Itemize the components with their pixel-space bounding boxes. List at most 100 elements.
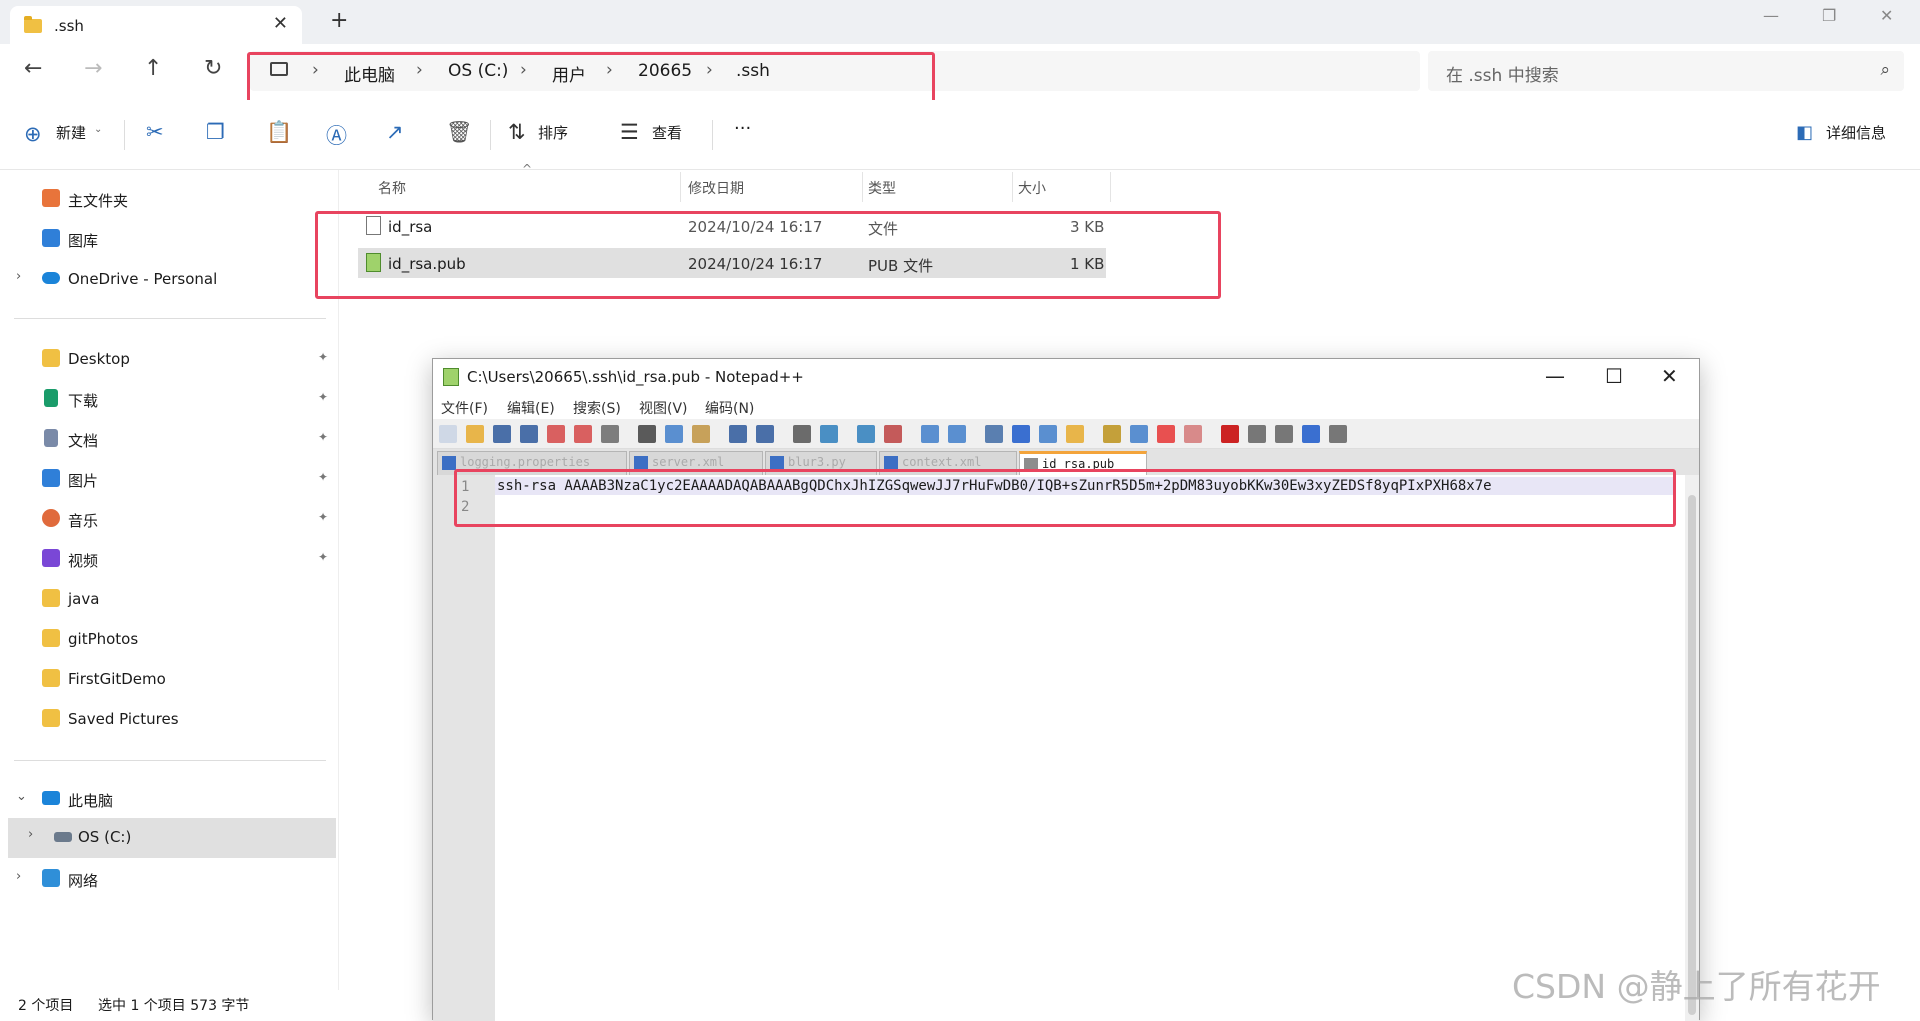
sidebar-item-firstgitdemo[interactable]: FirstGitDemo [0,660,338,698]
status-selection: 选中 1 个项目 573 字节 [98,998,250,1014]
menu-encoding[interactable]: 编码(N) [705,398,754,418]
sync-v-icon[interactable] [921,425,939,443]
sidebar-item-network[interactable]: › 网络 [0,860,338,898]
new-icon[interactable] [439,425,457,443]
sidebar-item-videos[interactable]: 视频 ✦ [0,540,338,578]
menu-search[interactable]: 搜索(S) [573,398,621,418]
sidebar-item-this-pc[interactable]: ⌄ 此电脑 [0,780,338,818]
record-icon[interactable] [1221,425,1239,443]
rename-icon[interactable]: Ⓐ [326,120,347,150]
sidebar-item-pictures[interactable]: 图片 ✦ [0,460,338,498]
scrollbar-thumb[interactable] [1688,495,1696,1015]
menu-file[interactable]: 文件(F) [441,398,488,418]
folder-workspace-icon[interactable] [1157,425,1175,443]
all-chars-icon[interactable] [1012,425,1030,443]
view-button[interactable]: 查看 [652,122,682,143]
chevron-right-icon[interactable]: › [28,827,33,842]
close-button[interactable]: ✕ [1880,6,1893,25]
pin-icon[interactable]: ✦ [318,350,328,364]
chevron-right-icon[interactable]: › [16,869,21,884]
column-header-type[interactable]: 类型 [868,178,896,198]
more-button[interactable]: ··· [734,118,751,139]
share-icon[interactable]: ↗ [386,120,404,144]
udl-icon[interactable] [1066,425,1084,443]
play-icon[interactable] [1275,425,1293,443]
paste-icon[interactable] [692,425,710,443]
sidebar-item-java[interactable]: java [0,580,338,618]
column-divider[interactable] [1012,172,1013,202]
monitor-icon[interactable] [1184,425,1202,443]
sidebar-item-music[interactable]: 音乐 ✦ [0,500,338,538]
paste-icon[interactable]: 📋 [266,120,292,145]
tab-close-button[interactable]: ✕ [273,13,288,34]
pin-icon[interactable]: ✦ [318,470,328,484]
notepad-title-bar[interactable]: C:\Users\20665\.ssh\id_rsa.pub - Notepad… [433,359,1699,395]
menu-edit[interactable]: 编辑(E) [507,398,555,418]
maximize-button[interactable]: ❐ [1822,6,1836,25]
replace-icon[interactable] [820,425,838,443]
sync-h-icon[interactable] [948,425,966,443]
pin-icon[interactable]: ✦ [318,430,328,444]
forward-button[interactable]: → [84,56,102,81]
pin-icon[interactable]: ✦ [318,550,328,564]
print-icon[interactable] [601,425,619,443]
zoom-in-icon[interactable] [857,425,875,443]
new-tab-button[interactable]: + [330,8,348,33]
maximize-button[interactable]: ☐ [1605,364,1623,388]
doc-map-icon[interactable] [1103,425,1121,443]
pin-icon[interactable]: ✦ [318,390,328,404]
sidebar-item-documents[interactable]: 文档 ✦ [0,420,338,458]
new-button[interactable]: 新建 [56,122,86,143]
pin-icon[interactable]: ✦ [318,510,328,524]
sidebar-item-onedrive[interactable]: › OneDrive - Personal [0,260,338,298]
sidebar-item-gallery[interactable]: 图库 [0,220,338,258]
search-box[interactable]: 在 .ssh 中搜索 ⌕ [1428,51,1904,91]
column-header-modified[interactable]: 修改日期 [688,178,744,198]
close-button[interactable]: ✕ [1661,364,1678,388]
close-icon[interactable] [547,425,565,443]
close-all-icon[interactable] [574,425,592,443]
redo-icon[interactable] [756,425,774,443]
sort-button[interactable]: 排序 [538,122,568,143]
stop-icon[interactable] [1248,425,1266,443]
details-button[interactable]: 详细信息 [1826,122,1886,143]
sidebar-item-saved-pictures[interactable]: Saved Pictures [0,700,338,738]
column-header-size[interactable]: 大小 [1018,178,1046,198]
sidebar-item-home[interactable]: 主文件夹 [0,180,338,218]
sidebar-item-desktop[interactable]: Desktop ✦ [0,340,338,378]
explorer-tab[interactable]: .ssh ✕ [10,6,302,44]
delete-icon[interactable]: 🗑 [446,120,473,145]
editor-area[interactable]: 1 2 ssh-rsa AAAAB3NzaC1yc2EAAAADAQABAAAB… [433,475,1699,1021]
undo-icon[interactable] [729,425,747,443]
column-divider[interactable] [862,172,863,202]
save-macro-icon[interactable] [1329,425,1347,443]
open-icon[interactable] [466,425,484,443]
cut-icon[interactable] [638,425,656,443]
save-all-icon[interactable] [520,425,538,443]
column-header-name[interactable]: 名称 [378,178,406,198]
zoom-out-icon[interactable] [884,425,902,443]
minimize-button[interactable]: — [1763,6,1779,25]
up-button[interactable]: ↑ [144,56,162,81]
sidebar-item-os-c[interactable]: › OS (C:) [8,818,336,858]
find-icon[interactable] [793,425,811,443]
save-icon[interactable] [493,425,511,443]
play-multi-icon[interactable] [1302,425,1320,443]
sidebar-item-gitphotos[interactable]: gitPhotos [0,620,338,658]
minimize-button[interactable]: — [1545,364,1565,388]
cut-icon[interactable]: ✂ [146,120,164,144]
indent-guide-icon[interactable] [1039,425,1057,443]
wrap-icon[interactable] [985,425,1003,443]
column-divider[interactable] [1110,172,1111,202]
chevron-down-icon[interactable]: ⌄ [16,789,27,804]
menu-view[interactable]: 视图(V) [639,398,688,418]
chevron-right-icon[interactable]: › [16,269,21,284]
back-button[interactable]: ← [24,56,42,81]
refresh-button[interactable]: ↻ [204,56,222,81]
copy-icon[interactable]: ❐ [206,120,225,144]
sidebar-item-downloads[interactable]: 下载 ✦ [0,380,338,418]
vertical-scrollbar[interactable] [1685,475,1699,1021]
function-list-icon[interactable] [1130,425,1148,443]
copy-icon[interactable] [665,425,683,443]
column-divider[interactable] [680,172,681,202]
